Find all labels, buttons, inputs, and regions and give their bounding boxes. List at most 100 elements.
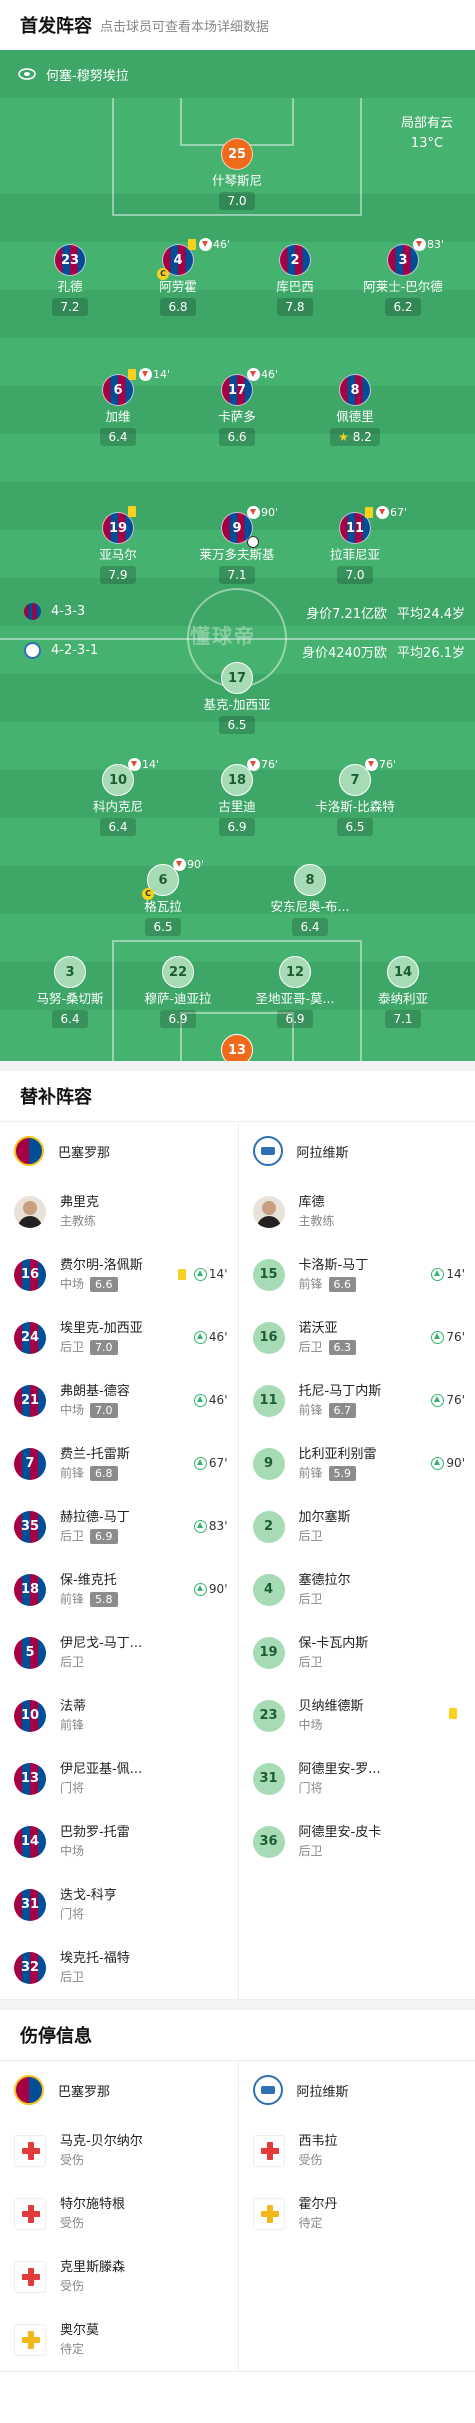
sub-number: 16 (252, 1321, 285, 1354)
away-player[interactable]: 17 基克-加西亚 6.5 (177, 662, 297, 734)
sub-name: 赫拉德-马丁 (60, 1509, 130, 1525)
sub-player-row[interactable]: 36 阿德里安-皮卡 后卫 (239, 1810, 475, 1873)
sub-player-row[interactable]: 7 费兰-托雷斯 前锋 6.8 67' (0, 1432, 238, 1495)
injury-row[interactable]: 克里斯滕森 受伤 (0, 2245, 238, 2308)
sub-events: 14' (177, 1267, 228, 1281)
home-coach-row[interactable]: 弗里克 主教练 (0, 1180, 238, 1243)
home-player[interactable]: 25 什琴斯尼 7.0 (177, 138, 297, 210)
home-player[interactable]: 17 46' 卡萨多 6.6 (177, 368, 297, 446)
barcelona-logo-icon (14, 2075, 44, 2105)
subs-table: 巴塞罗那 弗里克 主教练 16 费尔明-洛佩斯 中场 6.6 14' 24 埃里克-加西亚 后卫… (0, 1121, 475, 2000)
sub-player-row[interactable]: 4 塞德拉尔 后卫 (239, 1558, 475, 1621)
away-player[interactable]: 14 泰纳利亚 7.1 (343, 956, 463, 1028)
away-player[interactable]: 10 14' 科内克尼 6.4 (58, 758, 178, 836)
sub-out-icon (199, 238, 212, 251)
home-player[interactable]: 11 67' 拉菲尼亚 7.0 (295, 506, 415, 584)
away-player[interactable]: 3 马努-桑切斯 6.4 (10, 956, 130, 1028)
player-rating: ★ 8.2 (330, 428, 380, 446)
sub-player-row[interactable]: 11 托尼-马丁内斯 前锋 6.7 76' (239, 1369, 475, 1432)
rating-value: 7.0 (227, 194, 247, 208)
away-player[interactable]: 6 C 90' 格瓦拉 6.5 (103, 858, 223, 936)
player-rating: 7.2 (52, 298, 88, 316)
sub-time: 76' (379, 758, 397, 771)
sub-player-row[interactable]: 2 加尔塞斯 后卫 (239, 1495, 475, 1558)
home-player[interactable]: 6 14' 加维 6.4 (58, 368, 178, 446)
sub-time: 83' (427, 238, 445, 251)
injury-row[interactable]: 霍尔丹 待定 (239, 2182, 475, 2245)
home-player[interactable]: 9 90' 莱万多夫斯基 7.1 (177, 506, 297, 584)
sub-name: 阿德里安-皮卡 (298, 1824, 382, 1840)
player-number: 8 (339, 374, 371, 406)
away-player[interactable]: 22 穆萨-迪亚拉 6.9 (118, 956, 238, 1028)
rating-value: 7.1 (227, 568, 247, 582)
away-coach-row[interactable]: 库德 主教练 (239, 1180, 475, 1243)
sub-player-row[interactable]: 16 诺沃亚 后卫 6.3 76' (239, 1306, 475, 1369)
away-coach-name: 库德 (298, 1194, 325, 1210)
player-name: 卡萨多 (218, 409, 256, 424)
coach-avatar (14, 1195, 46, 1228)
home-player[interactable]: 8 佩德里 ★ 8.2 (295, 374, 415, 446)
sub-player-row[interactable]: 18 保-维克托 前锋 5.8 90' (0, 1558, 238, 1621)
sub-player-row[interactable]: 9 比利亚利别雷 前锋 5.9 90' (239, 1432, 475, 1495)
away-player[interactable]: 12 圣地亚哥-莫... 6.9 (235, 956, 355, 1028)
sub-player-row[interactable]: 35 赫拉德-马丁 后卫 6.9 83' (0, 1495, 238, 1558)
sub-events: 67' (193, 1456, 228, 1470)
sub-player-row[interactable]: 15 卡洛斯-马丁 前锋 6.6 14' (239, 1243, 475, 1306)
sub-player-row[interactable]: 31 阿德里安-罗... 门将 (239, 1747, 475, 1810)
sub-in-icon (431, 1330, 445, 1344)
player-events: 67' (365, 506, 407, 519)
away-team-row[interactable]: 阿拉维斯 (239, 1122, 475, 1180)
yellow-card-icon (188, 239, 196, 250)
home-player[interactable]: 19 亚马尔 7.9 (58, 506, 178, 584)
sub-number: 7 (14, 1447, 46, 1480)
sub-player-row[interactable]: 10 法蒂 前锋 (0, 1684, 238, 1747)
home-team-row[interactable]: 巴塞罗那 (0, 1122, 238, 1180)
away-team-row[interactable]: 阿拉维斯 (239, 2061, 475, 2119)
sub-position: 中场 (60, 1276, 85, 1291)
sub-time: 76' (261, 758, 279, 771)
injury-row[interactable]: 马克-贝尔纳尔 受伤 (0, 2119, 238, 2182)
sub-number: 35 (14, 1510, 46, 1543)
player-number: 22 (162, 956, 194, 988)
sub-in-icon (193, 1519, 207, 1533)
away-player[interactable]: 18 76' 古里迪 6.9 (177, 758, 297, 836)
sub-number: 4 (252, 1573, 285, 1606)
yellow-card-icon (365, 507, 373, 518)
sub-rating: 6.6 (328, 1276, 357, 1292)
sub-in-icon (193, 1393, 207, 1407)
sub-player-row[interactable]: 16 费尔明-洛佩斯 中场 6.6 14' (0, 1243, 238, 1306)
away-player[interactable]: 8 安东尼奥-布... 6.4 (250, 864, 370, 936)
sub-number: 24 (14, 1321, 46, 1354)
sub-player-row[interactable]: 19 保-卡瓦内斯 后卫 (239, 1621, 475, 1684)
sub-player-row[interactable]: 23 贝纳维德斯 中场 (239, 1684, 475, 1747)
sub-player-row[interactable]: 5 伊尼戈-马丁... 后卫 (0, 1621, 238, 1684)
sub-position: 门将 (60, 1780, 85, 1795)
home-player[interactable]: 2 库巴西 7.8 (235, 244, 355, 316)
home-team-row[interactable]: 巴塞罗那 (0, 2061, 238, 2119)
injury-status: 受伤 (60, 2215, 85, 2230)
sub-out-icon (413, 238, 426, 251)
sub-in-icon (193, 1582, 207, 1596)
rating-value: 7.8 (285, 300, 305, 314)
sub-name: 埃里克-加西亚 (60, 1320, 143, 1336)
sub-in-time: 67' (208, 1456, 228, 1470)
home-player[interactable]: 4 C 46' 阿劳霍 6.8 (118, 238, 238, 316)
home-player[interactable]: 23 孔德 7.2 (10, 244, 130, 316)
sub-player-row[interactable]: 13 伊尼亚基-佩... 门将 (0, 1747, 238, 1810)
home-team-name: 巴塞罗那 (58, 1145, 111, 1161)
away-player[interactable]: 7 76' 卡洛斯-比森特 6.5 (295, 758, 415, 836)
player-name: 拉菲尼亚 (329, 547, 380, 562)
injury-row[interactable]: 特尔施特根 受伤 (0, 2182, 238, 2245)
sub-player-row[interactable]: 21 弗朗基-德容 中场 7.0 46' (0, 1369, 238, 1432)
sub-player-row[interactable]: 24 埃里克-加西亚 后卫 7.0 46' (0, 1306, 238, 1369)
sub-player-row[interactable]: 14 巴勃罗-托雷 中场 (0, 1810, 238, 1873)
sub-player-row[interactable]: 32 埃克托-福特 后卫 (0, 1936, 238, 1999)
injury-row[interactable]: 西韦拉 受伤 (239, 2119, 475, 2182)
sub-player-row[interactable]: 31 迭戈-科亨 门将 (0, 1873, 238, 1936)
injury-row[interactable]: 奥尔莫 待定 (0, 2308, 238, 2371)
away-player[interactable]: 13奥沃诺7.1 (177, 1034, 297, 1061)
player-rating: 7.0 (219, 192, 255, 210)
sub-number: 23 (252, 1699, 285, 1732)
home-player[interactable]: 3 83' 阿莱士-巴尔德 6.2 (343, 238, 463, 316)
player-name: 格瓦拉 (144, 899, 182, 914)
